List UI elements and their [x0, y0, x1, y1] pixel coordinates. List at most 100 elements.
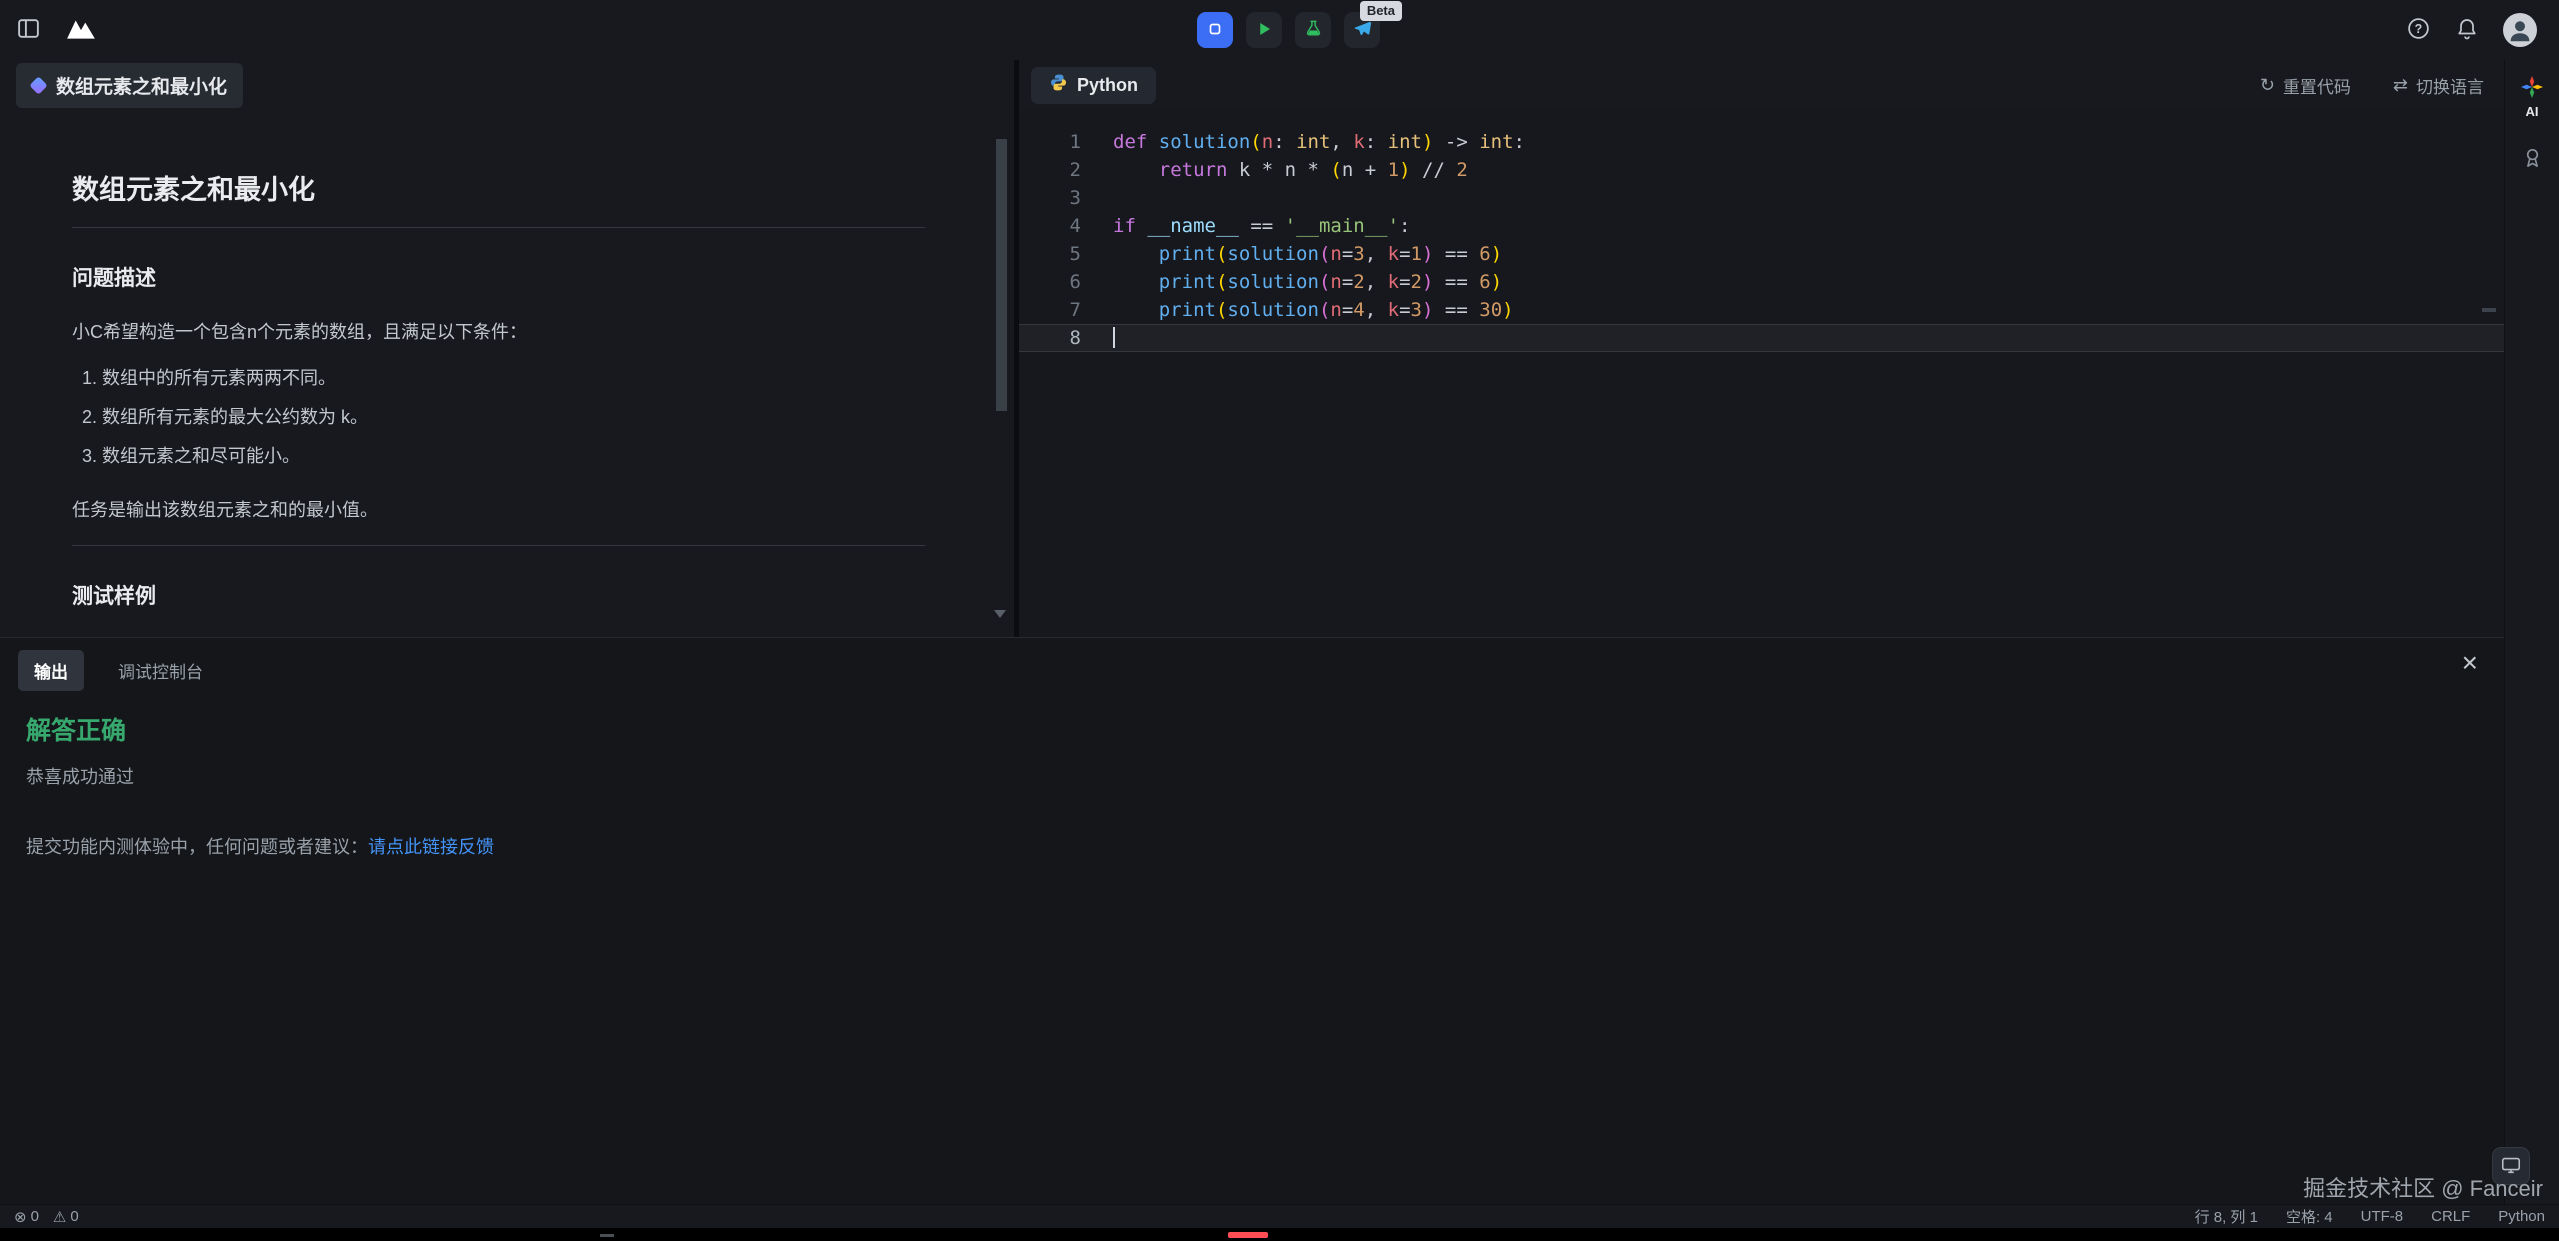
paper-plane-icon — [1353, 19, 1372, 41]
test-flask-icon — [1304, 19, 1323, 41]
avatar[interactable] — [2503, 13, 2537, 47]
switch-icon: ⇄ — [2393, 75, 2408, 96]
ai-assistant-button[interactable]: AI — [2514, 74, 2550, 120]
top-bar-right: ? — [2406, 0, 2537, 60]
section-heading-description: 问题描述 — [72, 262, 925, 292]
encoding-setting[interactable]: UTF-8 — [2361, 1208, 2404, 1225]
condition-list: 数组中的所有元素两两不同。 数组所有元素的最大公约数为 k。 数组元素之和尽可能… — [72, 365, 925, 471]
notifications-button[interactable] — [2455, 17, 2479, 44]
warnings-count: 0 — [70, 1208, 78, 1225]
problem-content: 数组元素之和最小化 问题描述 小C希望构造一个包含n个元素的数组，且满足以下条件… — [0, 110, 1014, 637]
code-line[interactable]: 4if __name__ == '__main__': — [1019, 212, 2504, 240]
close-panel-button[interactable]: × — [2456, 648, 2484, 678]
switch-language-label: 切换语言 — [2416, 73, 2484, 98]
problem-task: 任务是输出该数组元素之和的最小值。 — [72, 496, 925, 525]
reset-code-label: 重置代码 — [2283, 73, 2351, 98]
app-logo[interactable] — [65, 16, 97, 45]
errors-indicator[interactable]: ⊗ 0 — [14, 1208, 39, 1226]
run-controls: Beta — [1197, 12, 1380, 48]
ai-label: AI — [2526, 104, 2539, 119]
scrollbar-down-arrow-icon[interactable] — [994, 610, 1006, 618]
code-line[interactable]: 1def solution(n: int, k: int) -> int: — [1019, 128, 2504, 156]
result-status: 解答正确 — [26, 711, 2504, 747]
svg-text:?: ? — [2415, 22, 2423, 36]
code-line[interactable]: 2 return k * n * (n + 1) // 2 — [1019, 156, 2504, 184]
feedback-line: 提交功能内测体验中，任何问题或者建议：请点此链接反馈 — [26, 833, 2504, 859]
editor-actions: ↻ 重置代码 ⇄ 切换语言 — [2254, 60, 2490, 110]
code-editor[interactable]: 1def solution(n: int, k: int) -> int:2 r… — [1019, 110, 2504, 637]
problem-title-bar: 数组元素之和最小化 — [0, 60, 1014, 110]
strip-red-marker — [1228, 1232, 1268, 1238]
error-icon: ⊗ — [14, 1208, 27, 1226]
tab-python[interactable]: Python — [1031, 67, 1156, 104]
bell-icon — [2455, 17, 2479, 44]
problem-scrollbar-thumb[interactable] — [996, 139, 1007, 411]
indent-setting[interactable]: 空格: 4 — [2286, 1206, 2333, 1227]
text-cursor — [1113, 327, 1115, 348]
code-line[interactable]: 6 print(solution(n=2, k=2) == 6) — [1019, 268, 2504, 296]
stop-button[interactable] — [1197, 12, 1233, 48]
ai-sparkle-icon — [2520, 75, 2544, 102]
eol-setting[interactable]: CRLF — [2431, 1208, 2470, 1225]
status-bar-left: ⊗ 0 ⚠ 0 — [14, 1208, 79, 1226]
app-root: Beta ? 数组元素 — [0, 0, 2559, 1241]
bottom-strip — [0, 1228, 2559, 1241]
code-line[interactable]: 8 — [1019, 324, 2504, 352]
submit-button[interactable]: Beta — [1344, 12, 1380, 48]
tab-python-label: Python — [1077, 75, 1138, 96]
status-bar-right: 行 8, 列 1 空格: 4 UTF-8 CRLF Python — [2195, 1206, 2545, 1227]
test-button[interactable] — [1295, 12, 1331, 48]
feedback-text: 提交功能内测体验中，任何问题或者建议： — [26, 837, 368, 857]
problem-heading: 数组元素之和最小化 — [72, 168, 925, 207]
watermark: 掘金技术社区 @ Fanceir — [2303, 1171, 2543, 1203]
achievement-button[interactable] — [2521, 146, 2544, 172]
feedback-link[interactable]: 请点此链接反馈 — [368, 837, 494, 857]
section-heading-samples: 测试样例 — [72, 580, 925, 610]
reset-code-button[interactable]: ↻ 重置代码 — [2254, 72, 2357, 99]
python-icon — [1049, 73, 1068, 97]
overview-ruler-mark — [2482, 308, 2496, 312]
errors-count: 0 — [31, 1208, 39, 1225]
beta-badge: Beta — [1360, 1, 1402, 21]
code-lines: 1def solution(n: int, k: int) -> int:2 r… — [1019, 128, 2504, 352]
code-line[interactable]: 7 print(solution(n=4, k=3) == 30) — [1019, 296, 2504, 324]
toggle-sidebar-button[interactable] — [16, 16, 41, 44]
editor-panel: Python ↻ 重置代码 ⇄ 切换语言 1def solution(n: in… — [1019, 60, 2504, 637]
close-icon: × — [2462, 647, 2478, 678]
reset-icon: ↻ — [2260, 75, 2275, 96]
switch-language-button[interactable]: ⇄ 切换语言 — [2387, 72, 2490, 99]
result-subtitle: 恭喜成功通过 — [26, 763, 2504, 789]
help-button[interactable]: ? — [2406, 16, 2431, 44]
output-content: 解答正确 恭喜成功通过 提交功能内测体验中，任何问题或者建议：请点此链接反馈 — [0, 691, 2504, 859]
help-icon: ? — [2406, 16, 2431, 44]
language-mode[interactable]: Python — [2498, 1208, 2545, 1225]
logo-icon — [65, 16, 97, 45]
warnings-indicator[interactable]: ⚠ 0 — [53, 1208, 79, 1226]
code-line[interactable]: 3 — [1019, 184, 2504, 212]
list-item: 数组所有元素的最大公约数为 k。 — [102, 404, 925, 432]
list-item: 数组中的所有元素两两不同。 — [102, 365, 925, 393]
problem-tab[interactable]: 数组元素之和最小化 — [16, 63, 243, 108]
problem-tab-label: 数组元素之和最小化 — [56, 72, 227, 99]
right-activity-bar: AI — [2504, 60, 2559, 1204]
status-bar: ⊗ 0 ⚠ 0 行 8, 列 1 空格: 4 UTF-8 CRLF Python — [0, 1204, 2559, 1228]
top-bar: Beta ? — [0, 0, 2559, 61]
run-button[interactable] — [1246, 12, 1282, 48]
stop-icon — [1206, 20, 1224, 41]
problem-gem-icon — [29, 76, 47, 94]
workspace-upper: 数组元素之和最小化 数组元素之和最小化 问题描述 小C希望构造一个包含n个元素的… — [0, 60, 2504, 637]
editor-tab-bar: Python ↻ 重置代码 ⇄ 切换语言 — [1019, 60, 2504, 111]
output-tab-bar: 输出 调试控制台 — [0, 638, 2504, 691]
divider — [72, 227, 925, 228]
tab-debug-console[interactable]: 调试控制台 — [112, 657, 209, 684]
code-line[interactable]: 5 print(solution(n=3, k=1) == 6) — [1019, 240, 2504, 268]
strip-tick — [600, 1234, 614, 1237]
list-item: 数组元素之和尽可能小。 — [102, 443, 925, 471]
output-panel: 输出 调试控制台 × 解答正确 恭喜成功通过 提交功能内测体验中，任何问题或者建… — [0, 637, 2504, 1205]
problem-panel: 数组元素之和最小化 数组元素之和最小化 问题描述 小C希望构造一个包含n个元素的… — [0, 60, 1014, 637]
cursor-position[interactable]: 行 8, 列 1 — [2195, 1206, 2258, 1227]
play-icon — [1255, 20, 1273, 41]
warning-icon: ⚠ — [53, 1208, 66, 1226]
problem-intro: 小C希望构造一个包含n个元素的数组，且满足以下条件： — [72, 318, 925, 347]
tab-output[interactable]: 输出 — [18, 650, 84, 691]
